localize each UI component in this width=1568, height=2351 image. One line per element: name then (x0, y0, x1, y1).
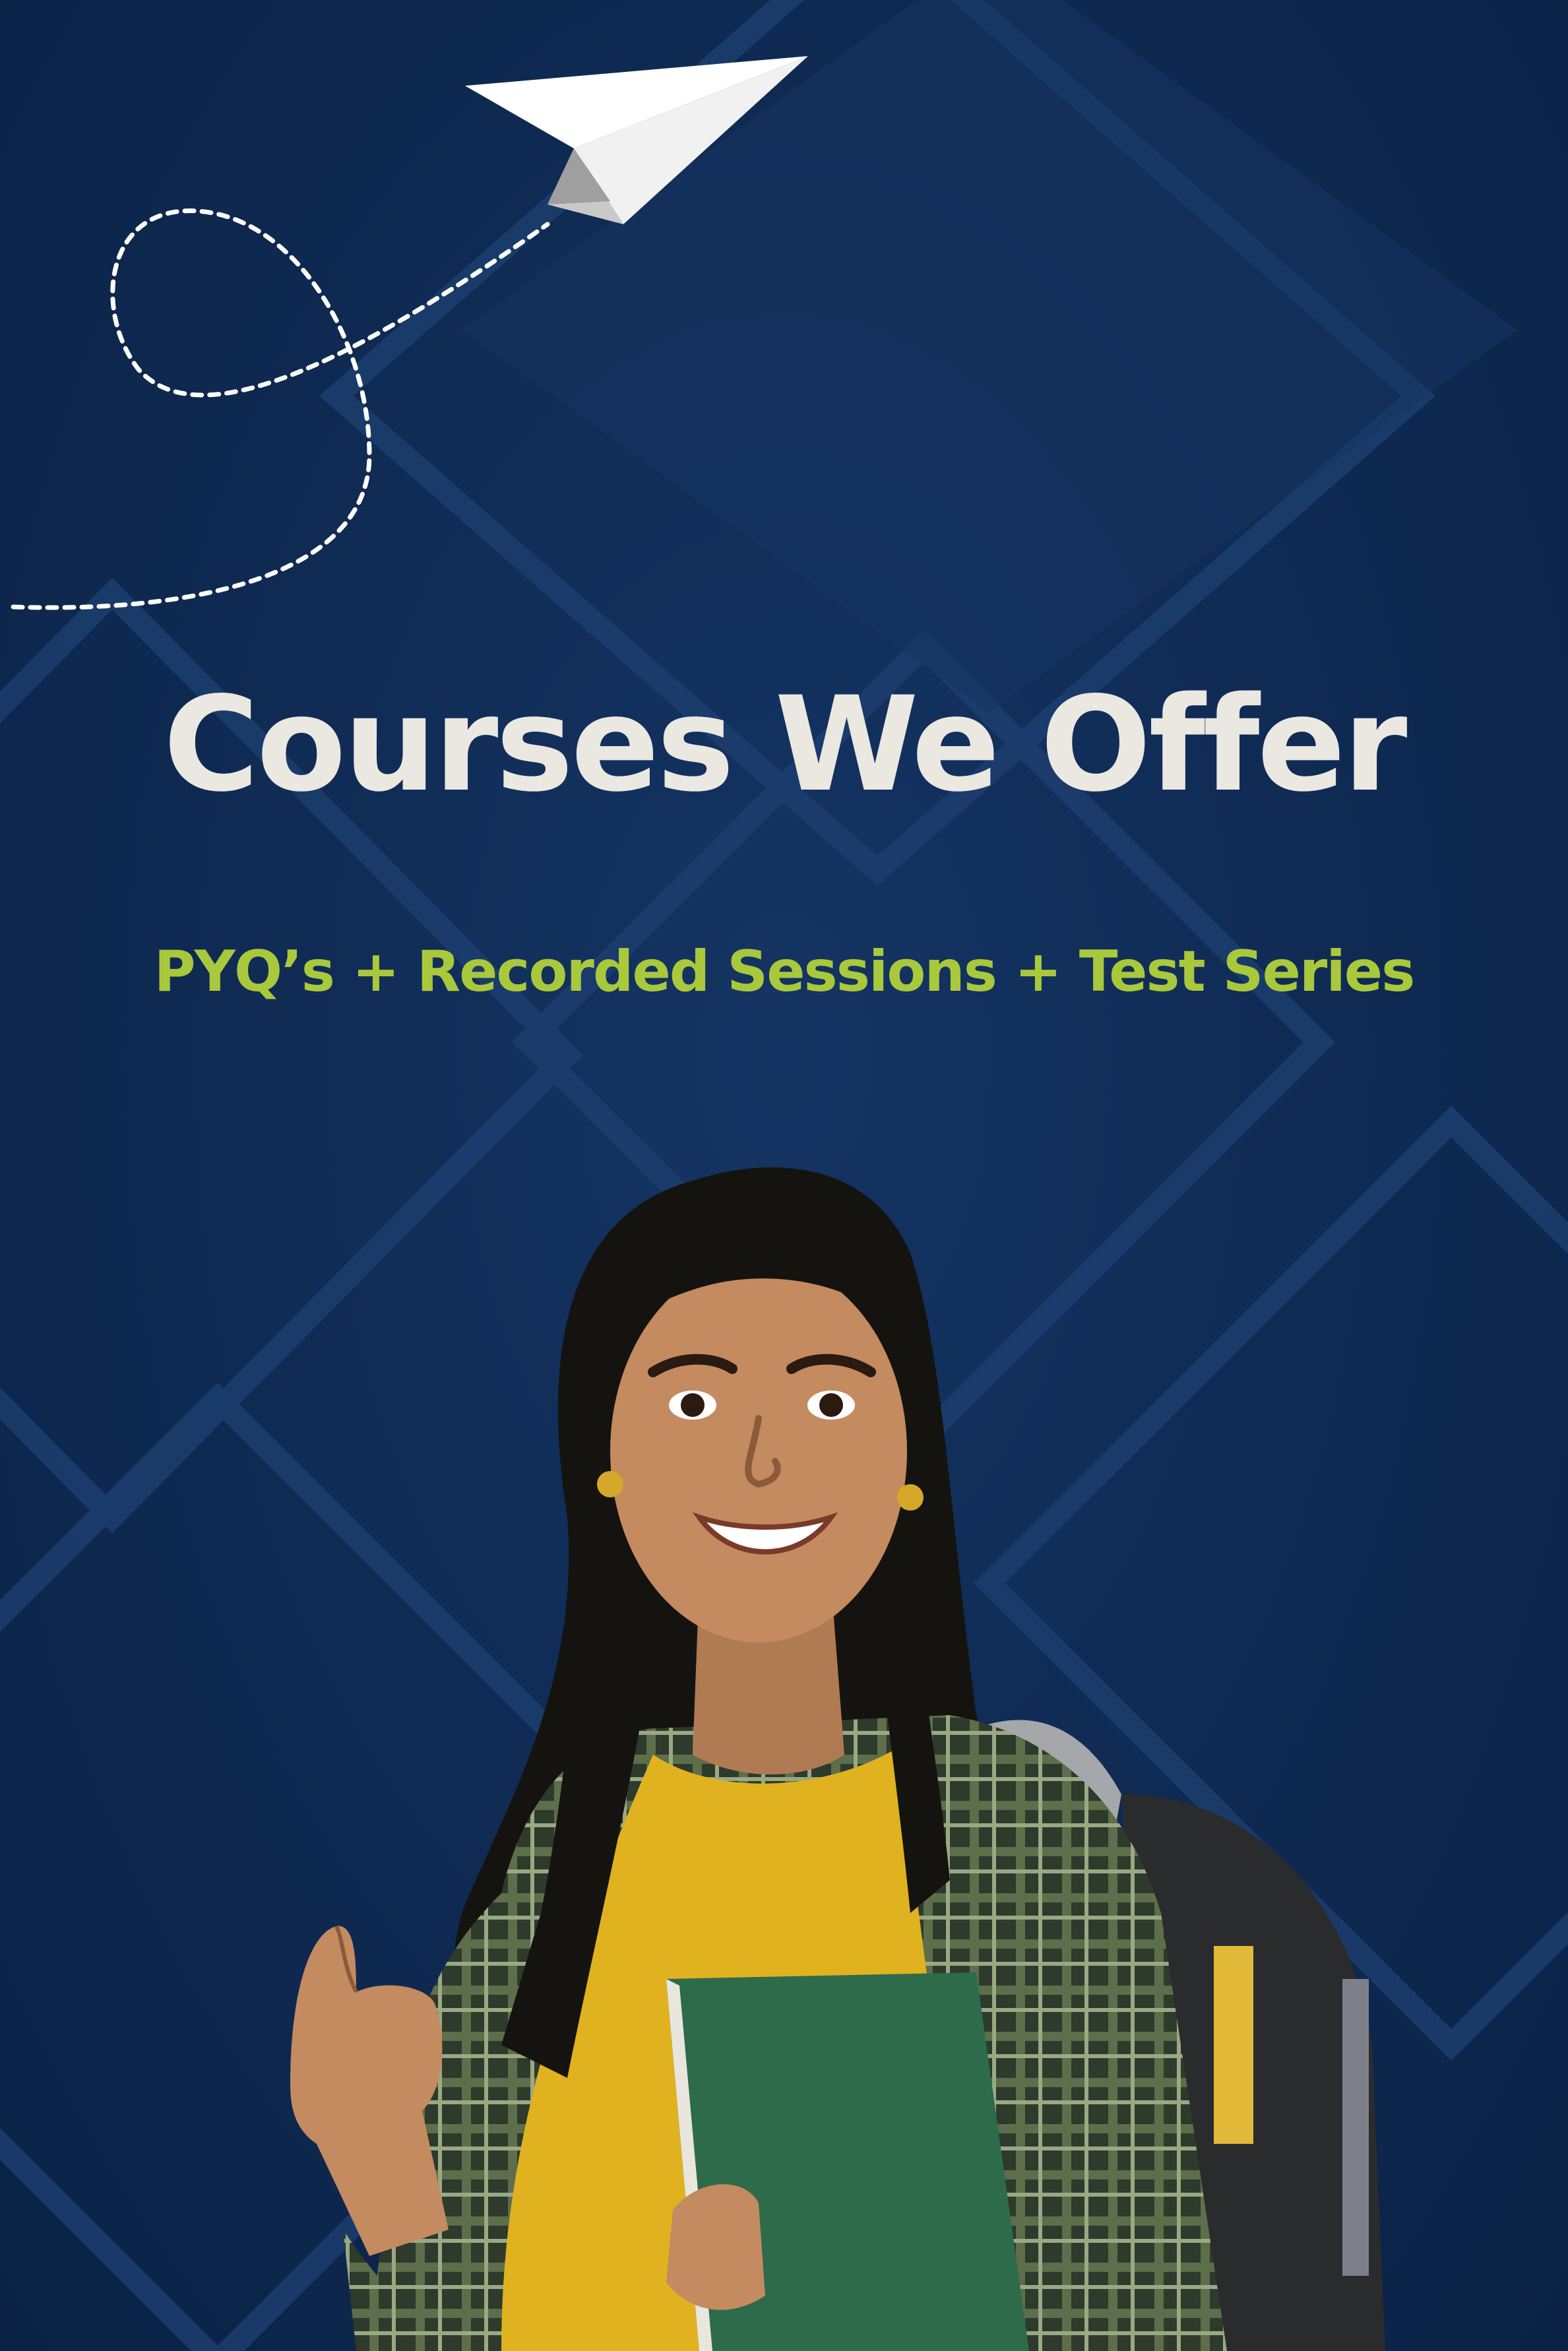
thumbs-up-gesture (290, 1926, 449, 2256)
page-title: Courses We Offer (163, 668, 1408, 821)
poster: Courses We Offer PYQ’s + Recorded Sessio… (0, 0, 1568, 2351)
student-photo (290, 1167, 1385, 2351)
paper-plane-icon (465, 56, 808, 224)
course-offerings-subtitle: PYQ’s + Recorded Sessions + Test Series (154, 939, 1416, 1005)
